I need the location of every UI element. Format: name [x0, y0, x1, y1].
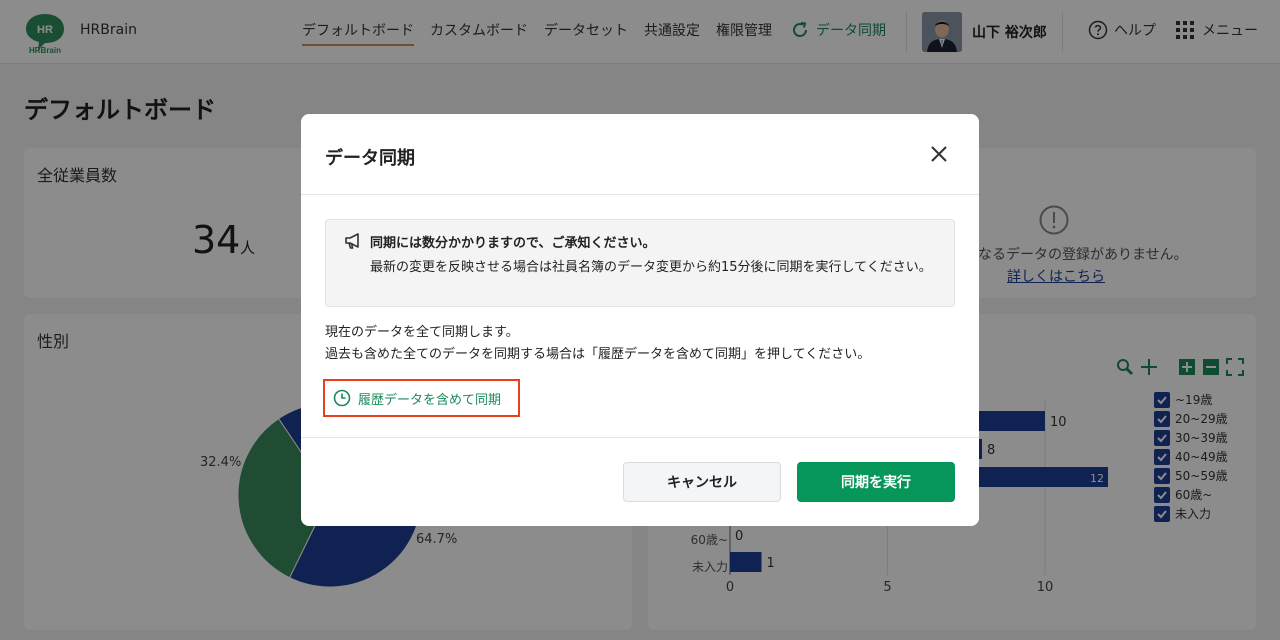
close-icon[interactable] [927, 142, 951, 166]
cancel-button[interactable]: キャンセル [623, 462, 781, 502]
notice-box: 同期には数分かかりますので、ご承知ください。 最新の変更を反映させる場合は社員名… [325, 219, 955, 307]
notice-title: 同期には数分かかりますので、ご承知ください。 [370, 236, 656, 251]
execute-sync-button[interactable]: 同期を実行 [797, 462, 955, 502]
clock-icon [333, 389, 351, 407]
sync-description: 現在のデータを全て同期します。 過去も含めた全てのデータを同期する場合は「履歴デ… [325, 322, 870, 366]
dialog-divider [301, 194, 979, 195]
description-line: 現在のデータを全て同期します。 [325, 325, 519, 340]
dialog-divider [301, 437, 979, 438]
notice-body: 最新の変更を反映させる場合は社員名簿のデータ変更から約15分後に同期を実行してく… [370, 260, 932, 275]
description-line: 過去も含めた全てのデータを同期する場合は「履歴データを含めて同期」を押してくださ… [325, 347, 871, 362]
data-sync-dialog: データ同期 同期には数分かかりますので、ご承知ください。 最新の変更を反映させる… [301, 114, 979, 526]
dialog-title: データ同期 [325, 148, 415, 169]
history-button-label: 履歴データを含めて同期 [358, 392, 502, 408]
sync-with-history-button[interactable]: 履歴データを含めて同期 [323, 379, 520, 417]
megaphone-icon [345, 233, 359, 249]
